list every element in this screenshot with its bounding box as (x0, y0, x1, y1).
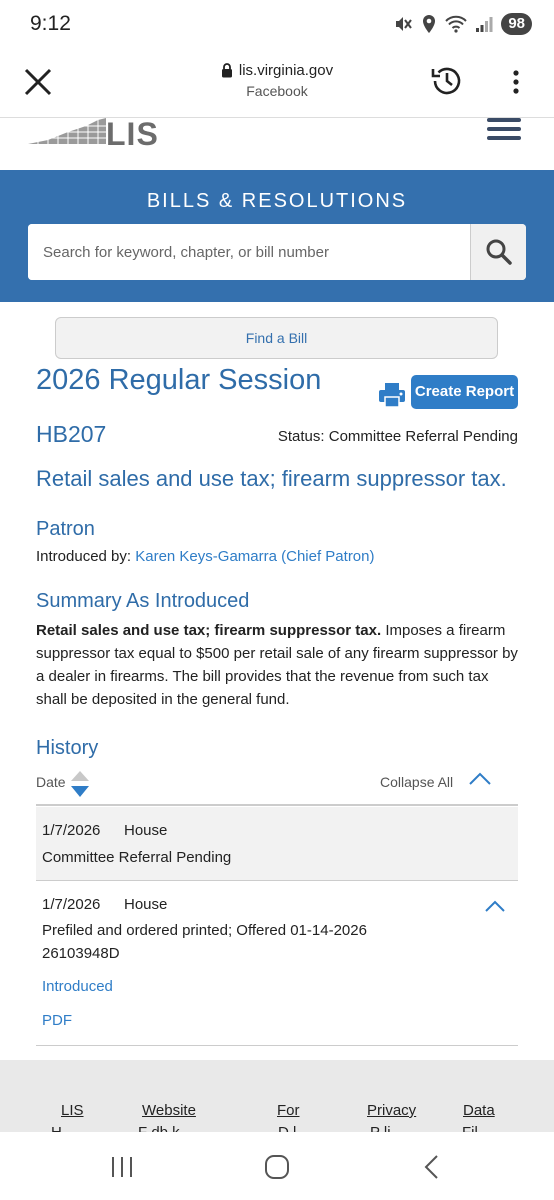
footer-link-website-cut: F db k (138, 1124, 180, 1132)
menu-icon[interactable] (487, 118, 521, 142)
search-icon (486, 239, 512, 265)
back-icon[interactable] (422, 1154, 440, 1180)
url-display[interactable]: lis.virginia.gov Facebook (160, 62, 394, 99)
footer-link-data-cut: Fil (462, 1124, 478, 1132)
footer-link-privacy[interactable]: Privacy (367, 1102, 416, 1119)
history-date: 1/7/2026 (42, 896, 101, 913)
status-bar: 9:12 98 (0, 0, 554, 52)
search-banner: BILLS & RESOLUTIONS (0, 170, 554, 302)
history-heading: History (36, 737, 99, 759)
collapse-all-button[interactable]: Collapse All (380, 774, 453, 790)
patron-link[interactable]: Karen Keys-Gamarra (Chief Patron) (135, 548, 374, 565)
patron-heading: Patron (36, 518, 95, 540)
location-icon (423, 15, 436, 33)
lock-icon (221, 63, 232, 78)
mute-icon (396, 17, 413, 31)
bill-status: Status: Committee Referral Pending (277, 428, 518, 445)
system-nav-bar (0, 1132, 554, 1200)
find-a-bill-button[interactable]: Find a Bill (55, 317, 498, 359)
url-source: Facebook (246, 83, 308, 99)
history-description: Committee Referral Pending (42, 849, 232, 866)
footer-link-for-cut: D l (278, 1124, 296, 1132)
battery-indicator: 98 (501, 13, 532, 35)
footer-link-lis[interactable]: LIS (61, 1102, 84, 1119)
signal-icon (476, 17, 493, 32)
wifi-icon (445, 15, 468, 33)
summary-heading: Summary As Introduced (36, 590, 250, 612)
history-description: Prefiled and ordered printed; Offered 01… (42, 922, 367, 962)
site-header: LIS (0, 116, 554, 170)
home-icon[interactable] (264, 1154, 290, 1180)
history-date: 1/7/2026 (42, 822, 101, 839)
search-box (28, 224, 526, 280)
status-icons: 98 (393, 13, 532, 35)
session-title: 2026 Regular Session (36, 364, 322, 396)
bill-caption: Retail sales and use tax; firearm suppre… (36, 466, 507, 491)
history-controls: Date Collapse All (36, 770, 518, 806)
footer-link-data[interactable]: Data (463, 1102, 495, 1119)
date-sort-label[interactable]: Date (36, 774, 66, 790)
footer-link-website[interactable]: Website (142, 1102, 196, 1119)
bill-number: HB207 (36, 421, 107, 447)
more-options-icon[interactable] (506, 68, 526, 96)
sort-icon[interactable] (70, 770, 90, 798)
summary-text: Retail sales and use tax; firearm suppre… (36, 619, 522, 711)
chevron-up-icon[interactable] (484, 899, 506, 913)
status-time: 9:12 (30, 12, 71, 35)
footer: LIS Website For Privacy Data H F db k D … (0, 1060, 554, 1132)
browser-toolbar: lis.virginia.gov Facebook (0, 52, 554, 118)
print-icon[interactable] (378, 381, 406, 409)
footer-link-privacy-cut: P li (370, 1124, 391, 1132)
recent-apps-icon[interactable] (110, 1156, 134, 1178)
close-icon[interactable] (22, 66, 54, 98)
footer-link-for[interactable]: For (277, 1102, 300, 1119)
url-text: lis.virginia.gov (238, 62, 334, 79)
history-chamber: House (124, 822, 168, 839)
history-chamber: House (124, 896, 168, 913)
summary-lead: Retail sales and use tax; firearm suppre… (36, 622, 382, 639)
chevron-up-icon[interactable] (468, 770, 492, 786)
banner-title: BILLS & RESOLUTIONS (146, 190, 408, 212)
history-row: 1/7/2026 House Prefiled and ordered prin… (36, 881, 518, 1046)
search-button[interactable] (470, 224, 526, 280)
create-report-button[interactable]: Create Report (411, 375, 518, 409)
patron-line: Introduced by: Karen Keys-Gamarra (Chief… (36, 548, 375, 565)
history-row: 1/7/2026 House Committee Referral Pendin… (36, 807, 518, 881)
pdf-link[interactable]: PDF (42, 1012, 72, 1029)
history-icon[interactable] (428, 62, 466, 100)
introduced-link[interactable]: Introduced (42, 978, 113, 995)
logo-text: LIS (106, 116, 159, 152)
search-input[interactable] (28, 224, 470, 280)
introduced-by-label: Introduced by: (36, 548, 132, 565)
footer-link-lis-cut: H (51, 1124, 62, 1132)
